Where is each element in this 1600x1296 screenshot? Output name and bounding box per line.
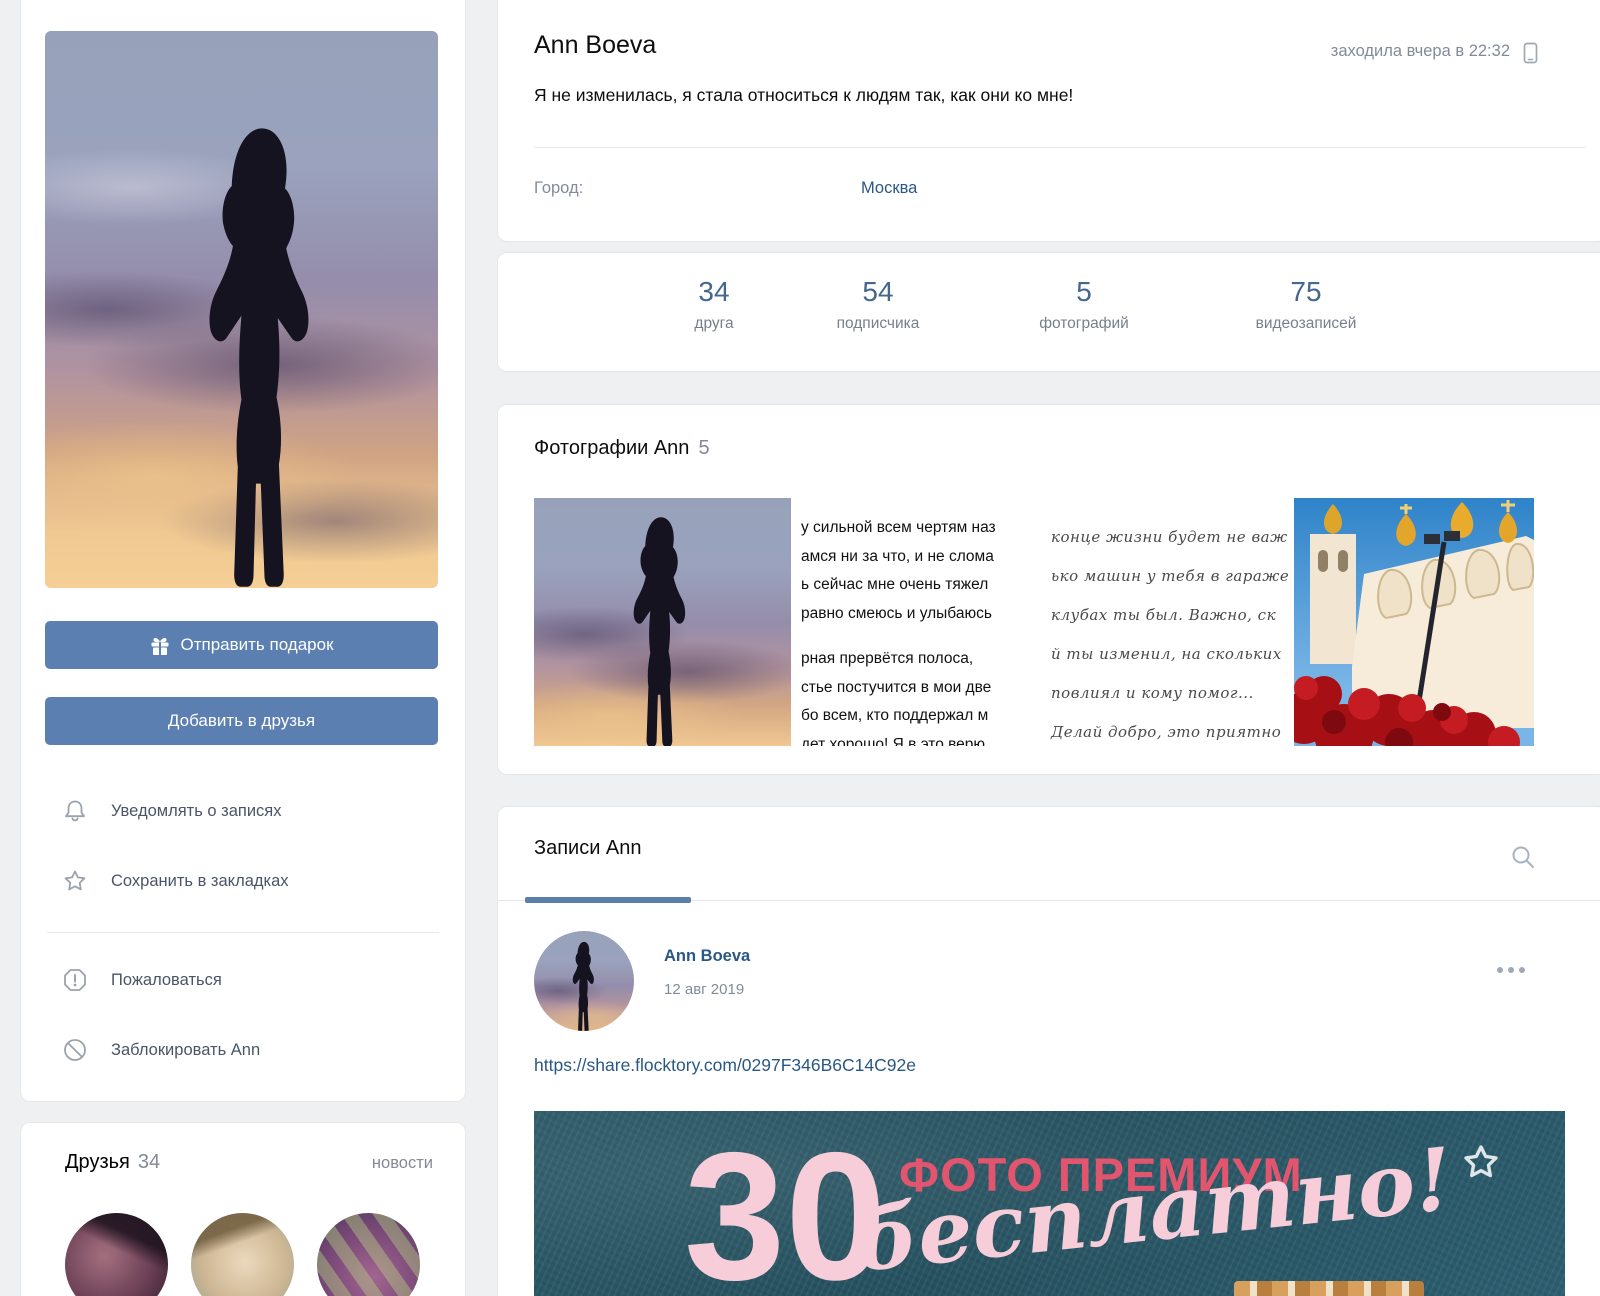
- photos-section-title[interactable]: Фотографии Ann 5: [534, 437, 710, 460]
- photos-card: Фотографии Ann 5 у сильной всем чертям на…: [497, 404, 1600, 775]
- banner-star-icon: [1459, 1141, 1503, 1185]
- post-banner-image[interactable]: 30 ФОТО ПРЕМИУМ бесплатно!: [534, 1111, 1565, 1296]
- friends-title: Друзья: [65, 1151, 130, 1173]
- post-link-url[interactable]: https://share.flocktory.com/0297F346B6C1…: [534, 1055, 916, 1076]
- post-author-link[interactable]: Ann Boeva: [664, 947, 750, 966]
- news-link[interactable]: новости: [372, 1154, 433, 1173]
- post-actions-menu-icon[interactable]: [1497, 967, 1525, 973]
- send-gift-label: Отправить подарок: [180, 635, 333, 655]
- friend-avatar[interactable]: [191, 1213, 294, 1296]
- silhouette-figure: [187, 114, 337, 588]
- add-friend-button[interactable]: Добавить в друзья: [45, 697, 438, 745]
- cathedral-image: [1294, 498, 1534, 746]
- wall-active-tab-underline: [525, 897, 691, 903]
- counter-value: 75: [1256, 275, 1357, 309]
- counters-card: 34 друга 54 подписчика 5 фотографий 75 в…: [497, 252, 1600, 372]
- counter-label: друга: [694, 315, 733, 333]
- post-date-link[interactable]: 12 авг 2019: [664, 981, 744, 998]
- photo-thumb-quote-text[interactable]: у сильной всем чертям наз амся ни за что…: [793, 498, 1038, 746]
- menu-item-notify[interactable]: Уведомлять о записях: [61, 795, 441, 827]
- script-line: Делай добро, это приятно: [1051, 713, 1288, 746]
- city-label: Город:: [534, 179, 583, 198]
- menu-item-label: Пожаловаться: [111, 971, 222, 990]
- script-line: клубах ты был. Важно, ск: [1051, 596, 1288, 635]
- counter-friends[interactable]: 34 друга: [694, 275, 733, 333]
- friends-count: 34: [138, 1151, 160, 1173]
- menu-item-bookmark[interactable]: Сохранить в закладках: [61, 865, 441, 897]
- script-line: повлиял и кому помог...: [1051, 674, 1288, 713]
- menu-item-label: Сохранить в закладках: [111, 872, 289, 891]
- quote-line: ь сейчас мне очень тяжел: [801, 571, 1038, 600]
- quote-line: у сильной всем чертям наз: [801, 514, 1038, 543]
- counter-value: 34: [694, 275, 733, 309]
- counter-label: подписчика: [837, 315, 920, 333]
- friends-header-link[interactable]: Друзья 34: [65, 1151, 160, 1174]
- script-line: конце жизни будет не важ: [1051, 518, 1288, 557]
- counter-label: фотографий: [1039, 315, 1129, 333]
- quote-line: дет хорошо! Я в это верю: [801, 731, 1038, 747]
- silhouette-figure: [622, 510, 700, 746]
- script-line: й ты изменил, на скольких: [1051, 635, 1288, 674]
- quote-line: амся ни за что, и не слома: [801, 543, 1038, 572]
- photo-thumb-silhouette[interactable]: [534, 498, 791, 746]
- mobile-phone-icon: [1523, 42, 1538, 64]
- friend-avatar[interactable]: [317, 1213, 420, 1296]
- vk-profile-page: Отправить подарок Добавить в друзья Увед…: [0, 0, 1600, 1296]
- quote-line: стье постучится в мои две: [801, 674, 1038, 703]
- counter-photos[interactable]: 5 фотографий: [1039, 275, 1129, 333]
- menu-item-block[interactable]: Заблокировать Ann: [61, 1034, 441, 1066]
- counter-label: видеозаписей: [1256, 315, 1357, 333]
- header-divider: [534, 147, 1586, 148]
- post-author-avatar[interactable]: [534, 931, 634, 1031]
- friends-card: Друзья 34 новости: [20, 1122, 466, 1296]
- quote-line: рная прервётся полоса,: [801, 645, 1038, 674]
- banner-photo-stack: [1234, 1281, 1424, 1296]
- last-seen-text: заходила вчера в 22:32: [1331, 42, 1510, 61]
- photos-count: 5: [698, 437, 709, 459]
- menu-item-label: Уведомлять о записях: [111, 802, 282, 821]
- bell-icon: [61, 797, 89, 825]
- counter-followers[interactable]: 54 подписчика: [837, 275, 920, 333]
- photos-title: Фотографии Ann: [534, 437, 689, 459]
- report-icon: [61, 966, 89, 994]
- friend-avatar[interactable]: [65, 1213, 168, 1296]
- menu-item-label: Заблокировать Ann: [111, 1041, 260, 1060]
- script-line: ько машин у тебя в гараже: [1051, 557, 1288, 596]
- photo-thumb-cathedral[interactable]: [1294, 498, 1534, 746]
- search-icon[interactable]: [1509, 843, 1537, 871]
- wall-card: Записи Ann Ann Boeva 12 авг 2019 https:/…: [497, 806, 1600, 1296]
- sidebar-divider: [47, 932, 439, 933]
- wall-section-title: Записи Ann: [534, 837, 642, 860]
- star-icon: [61, 867, 89, 895]
- gift-icon: [149, 634, 171, 656]
- counter-value: 5: [1039, 275, 1129, 309]
- profile-name: Ann Boeva: [534, 31, 656, 60]
- silhouette-figure: [568, 939, 600, 1031]
- quote-line: равно смеюсь и улыбаюсь: [801, 600, 1038, 629]
- city-link[interactable]: Москва: [861, 179, 917, 198]
- photo-thumb-handwritten-text[interactable]: конце жизни будет не важ ько машин у теб…: [1041, 498, 1288, 746]
- profile-header-card: Ann Boeva заходила вчера в 22:32 Я не из…: [497, 0, 1600, 242]
- counter-value: 54: [837, 275, 920, 309]
- quote-line: бо всем, кто поддержал м: [801, 702, 1038, 731]
- send-gift-button[interactable]: Отправить подарок: [45, 621, 438, 669]
- block-icon: [61, 1036, 89, 1064]
- profile-photo[interactable]: [45, 31, 438, 588]
- status-text: Я не изменилась, я стала относиться к лю…: [534, 85, 1073, 106]
- profile-sidebar-card: Отправить подарок Добавить в друзья Увед…: [20, 0, 466, 1102]
- counter-videos[interactable]: 75 видеозаписей: [1256, 275, 1357, 333]
- menu-item-report[interactable]: Пожаловаться: [61, 964, 441, 996]
- add-friend-label: Добавить в друзья: [168, 711, 315, 731]
